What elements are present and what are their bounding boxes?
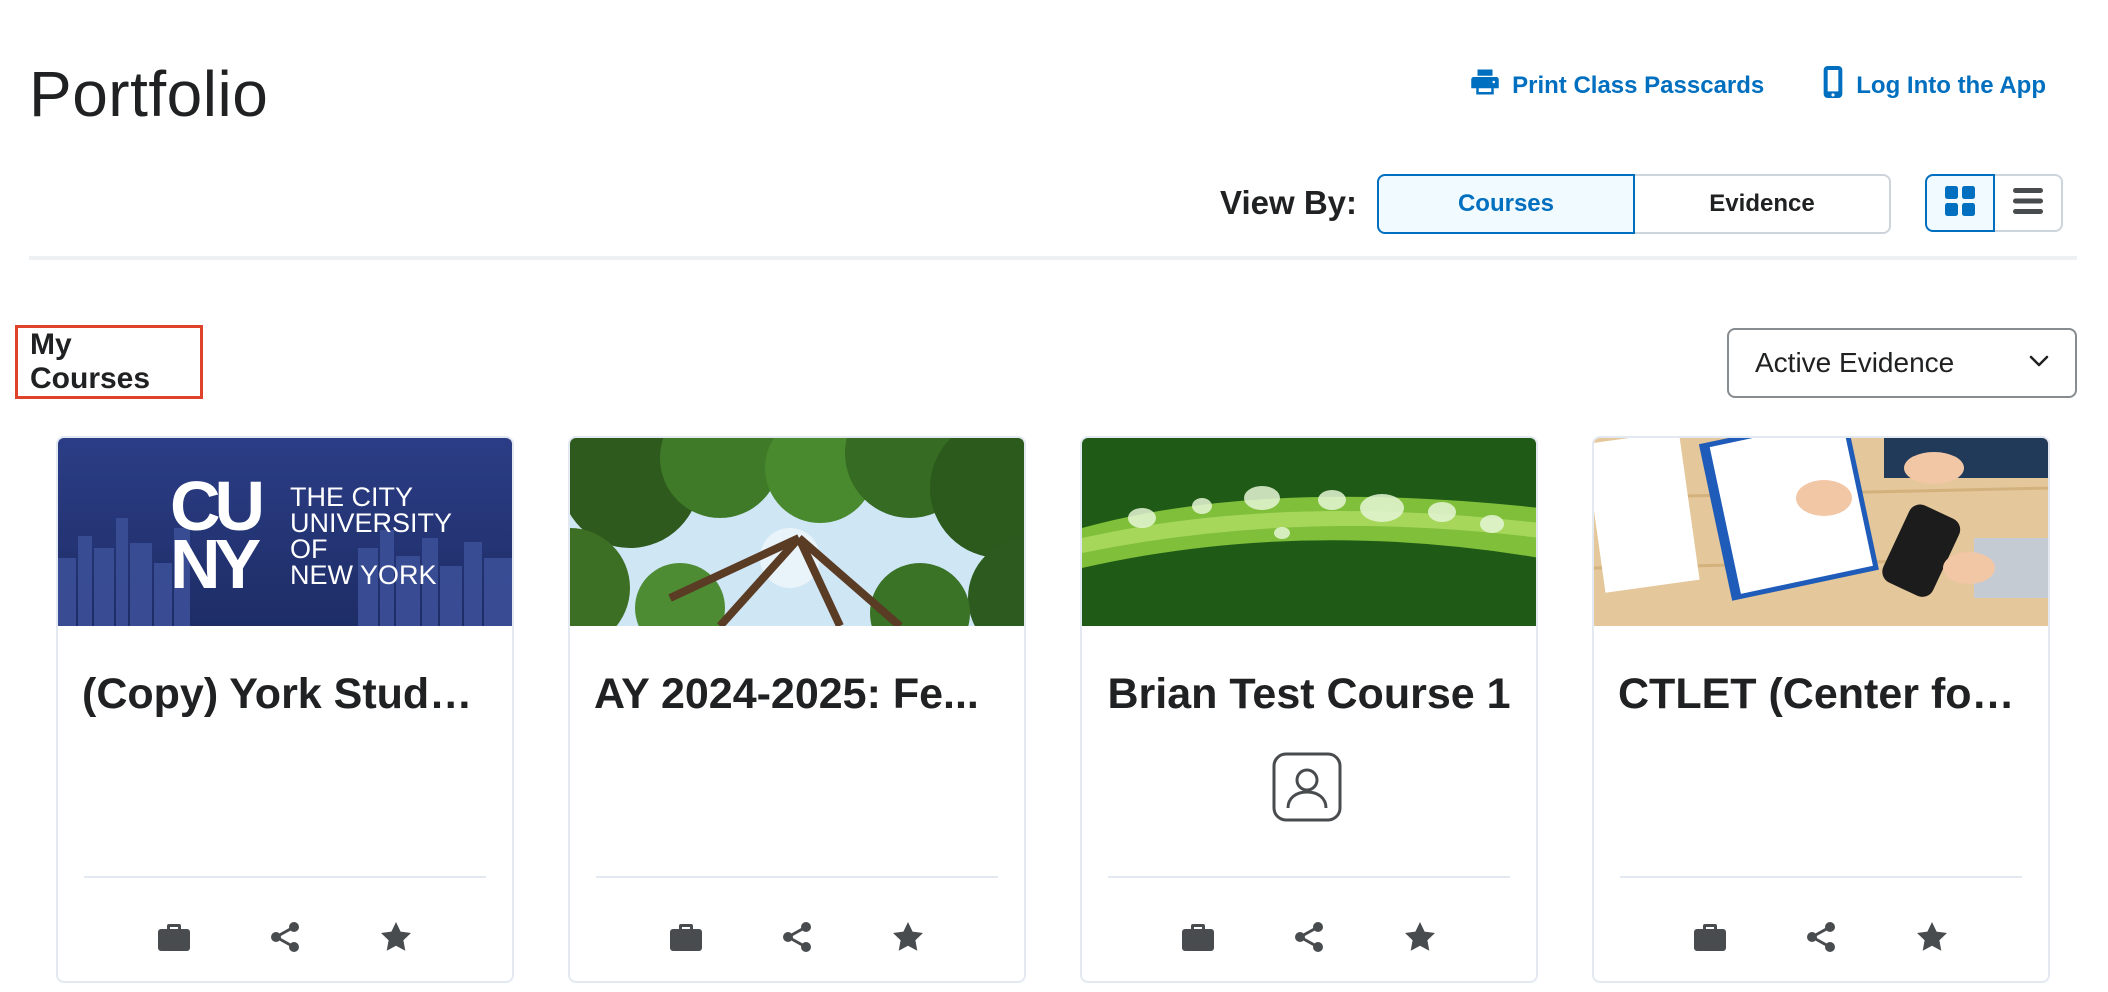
log-into-app-link[interactable]: Log Into the App — [1822, 66, 2046, 105]
print-class-passcards-label: Print Class Passcards — [1512, 71, 1765, 99]
card-actions — [1082, 914, 1536, 964]
evidence-filter-dropdown[interactable]: Active Evidence — [1727, 328, 2077, 398]
course-card[interactable]: AY 2024-2025: Fe... — [568, 436, 1026, 983]
course-image-cuny: CU NY THE CITY UNIVERSITY OF NEW YORK — [58, 438, 512, 626]
share-icon — [1293, 921, 1325, 958]
view-by-courses-button[interactable]: Courses — [1377, 174, 1635, 234]
favorite-button[interactable] — [1395, 914, 1445, 964]
briefcase-button[interactable] — [1173, 914, 1223, 964]
log-into-app-label: Log Into the App — [1856, 71, 2046, 99]
course-title[interactable]: (Copy) York Studen... — [58, 670, 512, 719]
course-card[interactable]: CU NY THE CITY UNIVERSITY OF NEW YORK (C… — [56, 436, 514, 983]
course-title[interactable]: Brian Test Course 1 — [1082, 670, 1536, 719]
course-image-desk — [1594, 438, 2048, 626]
star-icon — [1916, 921, 1948, 958]
my-courses-label: My Courses — [30, 328, 151, 395]
print-class-passcards-link[interactable]: Print Class Passcards — [1470, 67, 1764, 104]
favorite-button[interactable] — [1907, 914, 1957, 964]
course-cards: CU NY THE CITY UNIVERSITY OF NEW YORK (C… — [56, 436, 2050, 983]
card-divider — [84, 876, 486, 878]
view-by-label: View By: — [1220, 184, 1357, 221]
page-title: Portfolio — [29, 58, 269, 130]
view-by-evidence-button[interactable]: Evidence — [1635, 174, 1891, 234]
my-courses-heading: My Courses — [15, 325, 203, 399]
layout-toggle — [1925, 174, 2063, 232]
course-title[interactable]: CTLET (Center for ... — [1594, 670, 2048, 719]
grid-view-button[interactable] — [1925, 174, 1995, 232]
evidence-filter-value: Active Evidence — [1755, 347, 1955, 378]
briefcase-icon — [157, 922, 190, 957]
user-profile-icon — [1272, 752, 1342, 822]
card-divider — [1620, 876, 2022, 878]
view-by-toggle: Courses Evidence — [1377, 174, 1891, 234]
share-icon — [269, 921, 301, 958]
briefcase-icon — [1693, 922, 1726, 957]
share-icon — [781, 921, 813, 958]
list-icon — [2013, 186, 2043, 221]
course-image-forest — [570, 438, 1024, 626]
chevron-down-icon — [2029, 354, 2049, 372]
share-button[interactable] — [1796, 914, 1846, 964]
cuny-logo-line-4: NEW YORK — [290, 560, 437, 590]
course-title[interactable]: AY 2024-2025: Fe... — [570, 670, 1024, 719]
share-icon — [1805, 921, 1837, 958]
header-divider — [29, 256, 2077, 260]
share-button[interactable] — [772, 914, 822, 964]
card-divider — [1108, 876, 1510, 878]
card-actions — [570, 914, 1024, 964]
grid-icon — [1945, 185, 1975, 221]
course-image-leaf — [1082, 438, 1536, 626]
mobile-phone-icon — [1822, 66, 1844, 105]
course-card[interactable]: Brian Test Course 1 — [1080, 436, 1538, 983]
course-card[interactable]: CTLET (Center for ... — [1592, 436, 2050, 983]
header-links: Print Class Passcards Log Into the App — [1470, 66, 2046, 105]
cuny-logo-ny: NY — [170, 525, 261, 603]
star-icon — [892, 921, 924, 958]
briefcase-icon — [1181, 922, 1214, 957]
briefcase-button[interactable] — [1685, 914, 1735, 964]
star-icon — [380, 921, 412, 958]
favorite-button[interactable] — [371, 914, 421, 964]
list-view-button[interactable] — [1995, 174, 2063, 232]
view-by-row: View By: Courses Evidence — [1220, 174, 2063, 234]
card-divider — [596, 876, 998, 878]
share-button[interactable] — [260, 914, 310, 964]
star-icon — [1404, 921, 1436, 958]
briefcase-button[interactable] — [661, 914, 711, 964]
share-button[interactable] — [1284, 914, 1334, 964]
briefcase-icon — [669, 922, 702, 957]
briefcase-button[interactable] — [149, 914, 199, 964]
printer-icon — [1470, 67, 1500, 104]
card-actions — [1594, 914, 2048, 964]
card-actions — [58, 914, 512, 964]
favorite-button[interactable] — [883, 914, 933, 964]
